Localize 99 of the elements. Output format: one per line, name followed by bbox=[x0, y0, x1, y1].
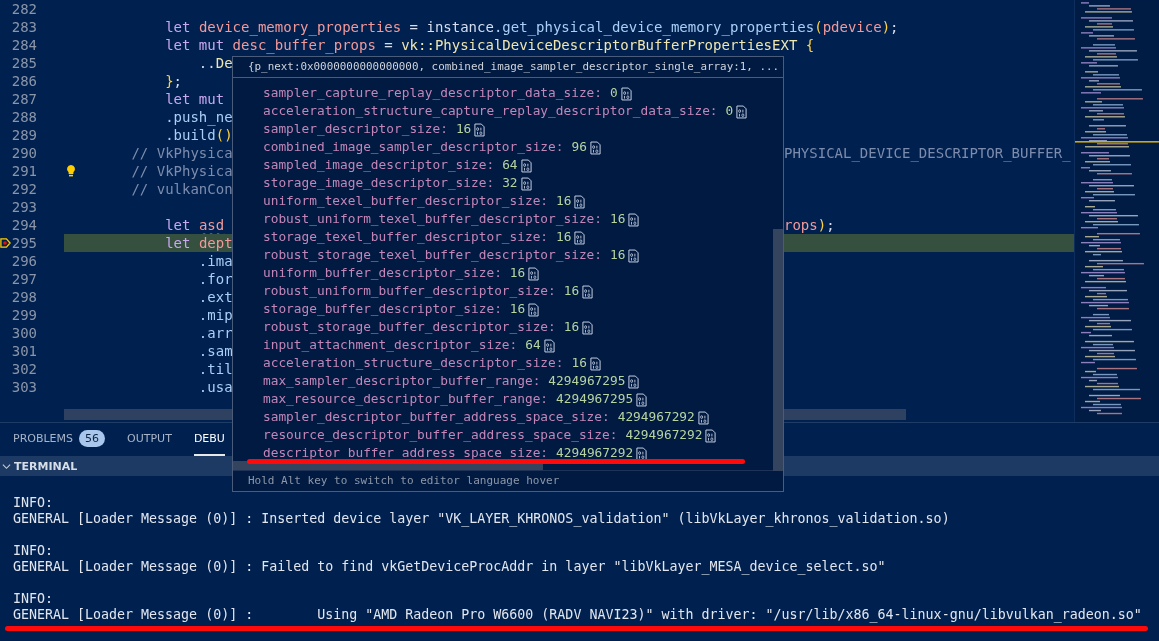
field-value: 16 bbox=[610, 210, 626, 226]
terminal-line: GENERAL [Loader Message (0)] : Using "AMD Radeon Pro W6600 (RADV NAVI23)" with driver: "/usr/lib/x86_64-linux-gnu/libvulkan_radeon.so" bbox=[13, 607, 1142, 623]
code-line: .til bbox=[198, 361, 233, 377]
line-number: 285 bbox=[11, 54, 37, 72]
count-badge: 56 bbox=[79, 430, 106, 447]
tab-label: OUTPUT bbox=[127, 432, 172, 445]
field-value: 4294967292 bbox=[617, 408, 695, 424]
line-number: 294 bbox=[11, 216, 37, 234]
terminal-line: INFO: bbox=[13, 591, 54, 607]
line-number: 297 bbox=[11, 270, 37, 288]
line-number: 292 bbox=[11, 180, 37, 198]
code-line: .push_ne bbox=[165, 109, 233, 125]
line-number: 301 bbox=[11, 342, 37, 360]
line-number: 288 bbox=[11, 108, 37, 126]
field-value: 16 bbox=[509, 264, 526, 280]
field-name: sampler_descriptor_size: bbox=[263, 120, 448, 136]
field-value: 64 bbox=[502, 156, 518, 172]
field-value: 96 bbox=[571, 138, 587, 154]
hover-hint: Hold Alt key to switch to editor language hover bbox=[233, 470, 783, 491]
field-value: 16 bbox=[563, 318, 580, 334]
field-value: 16 bbox=[556, 192, 572, 208]
field-value: 4294967292 bbox=[556, 444, 634, 460]
line-number: 299 bbox=[11, 306, 37, 324]
tab-label: DEBU bbox=[193, 432, 225, 445]
field-value: 16 bbox=[509, 300, 526, 316]
code-line: // VkPhysica bbox=[131, 163, 233, 179]
field-name: acceleration_structure_descriptor_size: bbox=[263, 354, 564, 370]
field-name: sampler_descriptor_buffer_address_space_size: bbox=[263, 408, 610, 424]
code-line: .build() bbox=[165, 127, 233, 143]
code-line: }; bbox=[165, 73, 183, 89]
line-number: 296 bbox=[11, 252, 37, 270]
field-name: acceleration_structure_capture_replay_descriptor_data_size: bbox=[263, 102, 718, 118]
code-line: .mip bbox=[198, 307, 233, 323]
code-line: ..De bbox=[198, 55, 233, 71]
line-number: 290 bbox=[11, 144, 37, 162]
field-name: robust_uniform_buffer_descriptor_size: bbox=[263, 282, 556, 298]
line-number: 291 bbox=[11, 162, 37, 180]
field-value: 0 bbox=[725, 102, 734, 118]
field-name: robust_storage_buffer_descriptor_size: bbox=[263, 318, 556, 334]
terminal-line: INFO: bbox=[13, 495, 54, 511]
line-number: 284 bbox=[11, 36, 37, 54]
code-line: .arr bbox=[198, 325, 233, 341]
field-value: 16 bbox=[455, 120, 472, 136]
field-name: sampler_capture_replay_descriptor_data_size: bbox=[263, 84, 602, 100]
line-number: 300 bbox=[11, 324, 37, 342]
terminal-line: GENERAL [Loader Message (0)] : Failed to find vkGetDeviceProcAddr in layer "libVkLayer_MESA_device_select.so" bbox=[13, 559, 886, 575]
code-line: let asd bbox=[165, 217, 225, 233]
line-number: 282 bbox=[11, 0, 37, 18]
code-line: .ext bbox=[198, 289, 233, 305]
field-name: uniform_texel_buffer_descriptor_size: bbox=[263, 192, 549, 208]
terminal-line: INFO: bbox=[13, 543, 54, 559]
field-name: descriptor_buffer_address_space_size: bbox=[263, 444, 549, 460]
field-name: resource_descriptor_buffer_address_space_size: bbox=[263, 426, 618, 442]
field-name: combined_image_sampler_descriptor_size: bbox=[263, 138, 564, 154]
field-value: 16 bbox=[571, 354, 587, 370]
field-value: 32 bbox=[502, 174, 518, 190]
line-number: 303 bbox=[11, 378, 37, 396]
field-value: 0 bbox=[610, 84, 618, 100]
terminal-line: GENERAL [Loader Message (0)] : Inserted device layer "VK_LAYER_KHRONOS_validation" (libVkLayer_khronos_validation.so) bbox=[13, 511, 950, 527]
field-name: robust_storage_texel_buffer_descriptor_size: bbox=[263, 246, 602, 262]
field-name: max_resource_descriptor_buffer_range: bbox=[263, 390, 549, 406]
line-number: 295 bbox=[11, 234, 37, 252]
line-number: 293 bbox=[11, 198, 37, 216]
hover-summary: {p_next:0x0000000000000000, combined_image_sampler_descriptor_single_array:1, ... bbox=[233, 57, 783, 78]
line-number: 283 bbox=[11, 18, 37, 36]
field-name: storage_image_descriptor_size: bbox=[263, 174, 495, 190]
terminal-title: TERMINAL bbox=[14, 459, 78, 473]
field-value: 16 bbox=[556, 228, 572, 244]
field-value: 4294967295 bbox=[556, 390, 634, 406]
field-value: 64 bbox=[525, 336, 541, 352]
field-value: 16 bbox=[563, 282, 580, 298]
code-line: .sam bbox=[198, 343, 233, 359]
line-number: 287 bbox=[11, 90, 37, 108]
field-value: 4294967295 bbox=[548, 372, 626, 388]
line-number: 289 bbox=[11, 126, 37, 144]
tab-label: PROBLEMS bbox=[13, 432, 74, 445]
code-line: PHYSICAL_DEVICE_DESCRIPTOR_BUFFER_ bbox=[784, 144, 1071, 162]
field-name: sampled_image_descriptor_size: bbox=[263, 156, 495, 172]
line-number: 286 bbox=[11, 72, 37, 90]
field-value: 4294967292 bbox=[625, 426, 703, 442]
code-line: rops); bbox=[784, 216, 835, 234]
field-name: uniform_buffer_descriptor_size: bbox=[263, 264, 502, 280]
code-line: let device_memory_properties = instance.get_physical_device_memory_properties(pdevice); bbox=[165, 19, 899, 35]
code-line: let mut bbox=[165, 91, 225, 107]
line-number: 298 bbox=[11, 288, 37, 306]
field-name: input_attachment_descriptor_size: bbox=[263, 336, 518, 352]
code-line: // VkPhysica bbox=[131, 145, 233, 161]
code-line: let mut desc_buffer_props = vk::PhysicalDeviceDescriptorBufferPropertiesEXT { bbox=[165, 37, 815, 53]
field-value: 16 bbox=[610, 246, 626, 262]
code-line: .for bbox=[198, 271, 233, 287]
code-line: .usa bbox=[198, 379, 233, 395]
code-line: .ima bbox=[198, 253, 233, 269]
code-line: let dept bbox=[165, 235, 233, 251]
field-name: storage_buffer_descriptor_size: bbox=[263, 300, 502, 316]
code-line: // vulkanCon bbox=[131, 181, 233, 197]
line-number: 302 bbox=[11, 360, 37, 378]
field-name: max_sampler_descriptor_buffer_range: bbox=[263, 372, 541, 388]
field-name: storage_texel_buffer_descriptor_size: bbox=[263, 228, 549, 244]
field-name: robust_uniform_texel_buffer_descriptor_size: bbox=[263, 210, 602, 226]
